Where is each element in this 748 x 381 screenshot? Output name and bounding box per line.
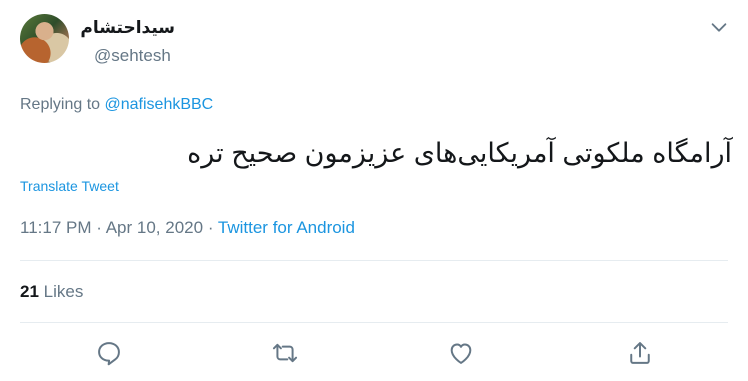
tweet-source-link[interactable]: Twitter for Android — [218, 218, 355, 237]
heart-icon[interactable] — [447, 339, 475, 367]
likes-summary[interactable]: 21 Likes — [20, 281, 83, 303]
replying-prefix: Replying to — [20, 96, 101, 113]
tweet-metadata: 11:17 PM · Apr 10, 2020 · Twitter for An… — [20, 217, 355, 239]
likes-label: Likes — [43, 282, 84, 301]
chevron-down-icon[interactable] — [708, 16, 730, 38]
likes-count: 21 — [20, 282, 39, 301]
divider — [20, 322, 728, 323]
meta-separator: · — [96, 218, 102, 237]
tweet-time[interactable]: 11:17 PM — [20, 218, 92, 237]
user-handle[interactable]: @sehtesh — [94, 45, 171, 67]
reply-mention-link[interactable]: @nafisehkBBC — [105, 96, 214, 113]
reply-icon[interactable] — [95, 339, 123, 367]
translate-tweet-link[interactable]: Translate Tweet — [20, 177, 119, 195]
meta-separator: · — [207, 218, 214, 237]
retweet-icon[interactable] — [271, 339, 299, 367]
tweet-card: سیداحتشام @sehtesh Replying to @nafisehk… — [0, 0, 748, 381]
share-icon[interactable] — [626, 339, 654, 367]
replying-to: Replying to @nafisehkBBC — [20, 95, 213, 115]
display-name[interactable]: سیداحتشام — [0, 17, 175, 39]
divider — [20, 260, 728, 261]
tweet-text: آرامگاه ملکوتی آمریکایی‌های عزیزمون صحیح… — [187, 138, 732, 168]
tweet-date[interactable]: Apr 10, 2020 — [106, 218, 203, 237]
